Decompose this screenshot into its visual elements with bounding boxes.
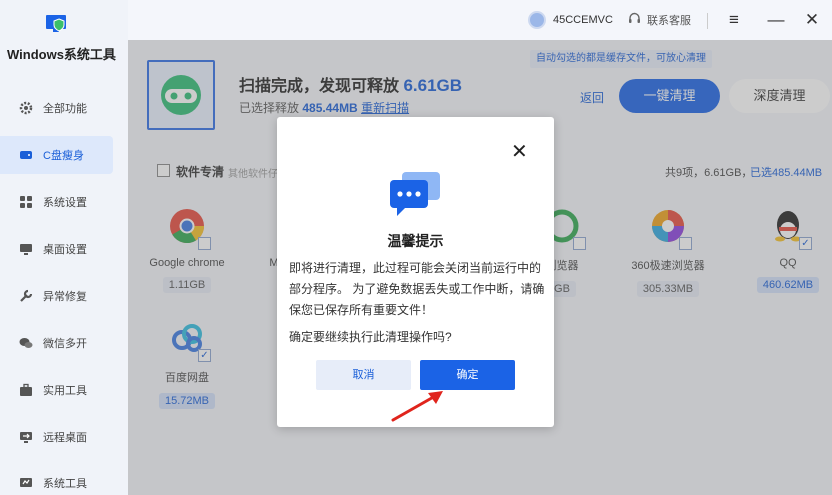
contact-service-button[interactable]: 联系客服 xyxy=(628,12,691,28)
toolbox-icon xyxy=(19,383,33,397)
user-account[interactable]: 45CCEMVC xyxy=(528,11,613,29)
gear-icon xyxy=(19,101,33,115)
username: 45CCEMVC xyxy=(553,14,613,26)
sidebar-item-label: 微信多开 xyxy=(43,338,87,350)
sidebar: Windows系统工具 全部功能 C盘瘦身 系统设置 桌面设置 异常修复 微信多… xyxy=(0,0,128,495)
cancel-button[interactable]: 取消 xyxy=(316,360,411,390)
dialog-question: 确定要继续执行此清理操作吗? xyxy=(289,330,452,344)
app-logo-icon xyxy=(45,13,69,35)
menu-icon[interactable]: ≡ xyxy=(724,10,744,30)
wrench-icon xyxy=(19,289,33,303)
sidebar-item-label: 桌面设置 xyxy=(43,244,87,256)
sidebar-item-c-drive-slim[interactable]: C盘瘦身 xyxy=(0,136,113,174)
sidebar-item-label: 系统工具 xyxy=(43,478,87,490)
sidebar-item-label: 系统设置 xyxy=(43,197,87,209)
sidebar-item-desktop-settings[interactable]: 桌面设置 xyxy=(0,230,113,268)
sidebar-item-all-functions[interactable]: 全部功能 xyxy=(0,89,113,127)
red-arrow-annotation xyxy=(390,387,448,423)
message-icon xyxy=(389,171,442,217)
sidebar-item-system-settings[interactable]: 系统设置 xyxy=(0,183,113,221)
sidebar-item-wechat-multi[interactable]: 微信多开 xyxy=(0,324,113,362)
topbar-divider xyxy=(707,13,708,29)
warm-tip-dialog: ✕ 温馨提示 即将进行清理，此过程可能会关闭当前运行中的部分程序。 为了避免数据… xyxy=(277,117,554,427)
dialog-close-icon[interactable]: ✕ xyxy=(511,142,528,162)
sidebar-item-label: 远程桌面 xyxy=(43,432,87,444)
sidebar-item-label: 异常修复 xyxy=(43,291,87,303)
minimize-icon[interactable]: — xyxy=(766,10,786,30)
app-title: Windows系统工具 xyxy=(7,47,116,62)
sidebar-item-label: C盘瘦身 xyxy=(43,150,84,162)
contact-service-label: 联系客服 xyxy=(647,15,691,27)
sidebar-item-remote-desktop[interactable]: 远程桌面 xyxy=(0,418,113,456)
disk-icon xyxy=(19,148,33,162)
sidebar-item-system-tools[interactable]: 系统工具 xyxy=(0,464,113,495)
sidebar-item-label: 实用工具 xyxy=(43,385,87,397)
headset-icon xyxy=(628,12,641,28)
dialog-body: 即将进行清理，此过程可能会关闭当前运行中的部分程序。 为了避免数据丢失或工作中断… xyxy=(289,261,545,317)
monitor-icon xyxy=(19,242,33,256)
remote-icon xyxy=(19,430,33,444)
chat-icon xyxy=(19,336,33,350)
avatar xyxy=(528,11,546,29)
sidebar-item-label: 全部功能 xyxy=(43,103,87,115)
dialog-title: 温馨提示 xyxy=(387,233,444,249)
sidebar-item-error-repair[interactable]: 异常修复 xyxy=(0,277,113,315)
confirm-button[interactable]: 确定 xyxy=(420,360,515,390)
grid-icon xyxy=(19,195,33,209)
sidebar-item-utility-tools[interactable]: 实用工具 xyxy=(0,371,113,409)
close-icon[interactable]: ✕ xyxy=(802,10,822,30)
tools-icon xyxy=(19,476,33,490)
